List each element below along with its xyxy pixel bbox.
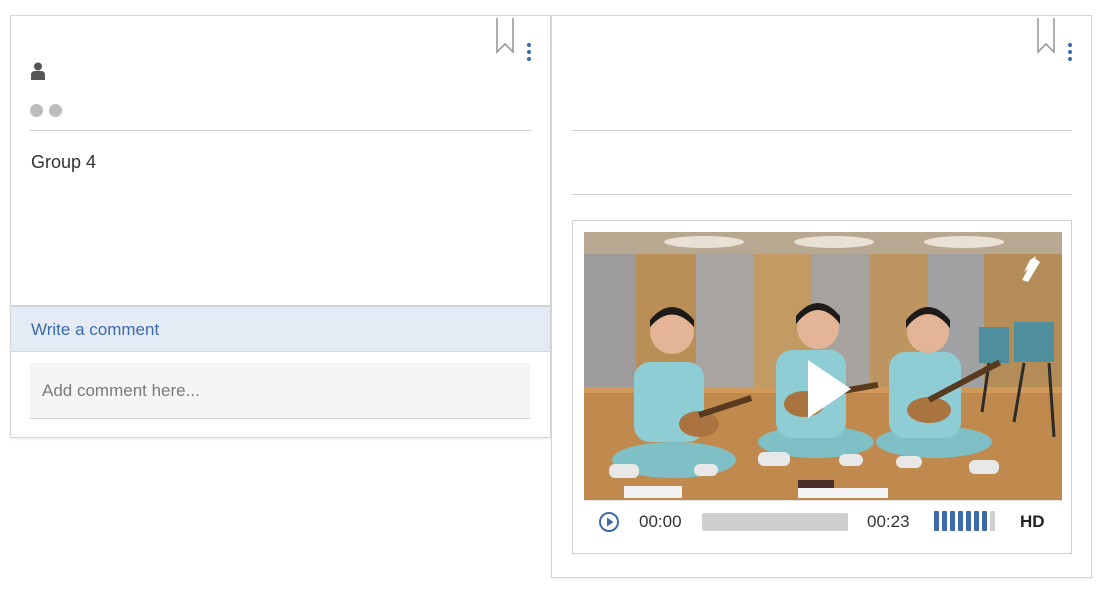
more-vertical-icon[interactable] bbox=[1067, 43, 1073, 63]
comment-input[interactable] bbox=[30, 363, 530, 419]
video-player: 00:00 00:23 HD bbox=[572, 220, 1072, 554]
video-thumbnail[interactable] bbox=[584, 232, 1062, 500]
current-time: 00:00 bbox=[639, 512, 682, 531]
volume-control[interactable] bbox=[934, 511, 995, 531]
divider bbox=[30, 130, 531, 131]
user-icon bbox=[31, 62, 45, 80]
volume-bar bbox=[974, 511, 979, 531]
volume-bar bbox=[950, 511, 955, 531]
author-placeholder-dots bbox=[30, 104, 62, 117]
video-scene bbox=[584, 232, 1062, 500]
volume-bar bbox=[942, 511, 947, 531]
quality-toggle[interactable]: HD bbox=[1020, 512, 1045, 532]
write-comment-label[interactable]: Write a comment bbox=[31, 320, 159, 340]
post-body-text: Group 4 bbox=[31, 152, 97, 172]
volume-bar bbox=[934, 511, 939, 531]
bookmark-icon[interactable] bbox=[1037, 18, 1055, 54]
volume-bar bbox=[990, 511, 995, 531]
write-comment-bar[interactable]: Write a comment bbox=[11, 305, 550, 352]
volume-bar bbox=[958, 511, 963, 531]
bookmark-icon[interactable] bbox=[496, 18, 514, 54]
video-duration: 00:23 bbox=[867, 512, 910, 531]
divider bbox=[572, 194, 1072, 195]
more-vertical-icon[interactable] bbox=[526, 43, 532, 63]
divider bbox=[572, 130, 1072, 131]
volume-bar bbox=[982, 511, 987, 531]
video-controls: 00:00 00:23 HD bbox=[584, 500, 1062, 543]
video-progress-bar[interactable] bbox=[702, 513, 848, 531]
play-icon[interactable] bbox=[599, 512, 619, 532]
post-card-1: Group 4 Write a comment bbox=[10, 15, 551, 438]
volume-bar bbox=[966, 511, 971, 531]
post-card-2: 00:00 00:23 HD bbox=[551, 15, 1092, 578]
